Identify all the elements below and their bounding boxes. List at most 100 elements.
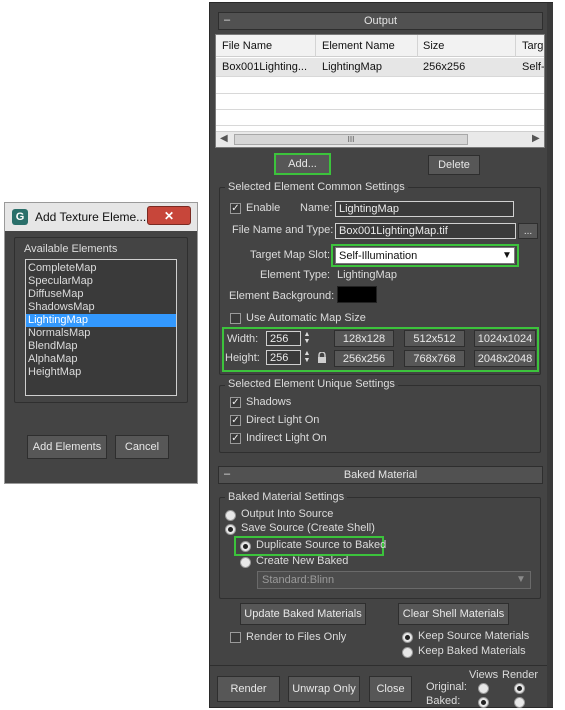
render-column-label: Render [502,669,539,681]
add-button[interactable]: Add... [274,153,331,175]
scroll-left-icon[interactable]: ◀ [220,133,228,144]
list-item[interactable]: AlphaMap [26,353,176,366]
element-type-value: LightingMap [337,269,397,281]
baked-label: Baked: [426,695,461,707]
scroll-right-icon[interactable]: ▶ [532,133,540,144]
background-color-swatch[interactable] [337,286,377,303]
list-item[interactable]: SpecularMap [26,275,176,288]
preset-512-button[interactable]: 512x512 [404,330,465,347]
original-views-radio[interactable] [478,683,489,694]
create-new-baked-radio[interactable] [240,557,251,568]
list-item[interactable]: ShadowsMap [26,301,176,314]
cell-target: Self-I [522,61,545,73]
panel-scrollbar[interactable] [547,3,553,707]
keep-baked-label: Keep Baked Materials [418,645,526,657]
table-header: File Name Element Name Size Targ [216,35,544,57]
baked-material-rollout-header[interactable]: – Baked Material [218,466,543,484]
column-element-name[interactable]: Element Name [322,40,395,52]
baked-material-value: Standard:Blinn [262,574,335,586]
baked-settings-legend: Baked Material Settings [225,491,348,503]
dialog-close-button[interactable]: ✕ [147,206,191,225]
delete-button[interactable]: Delete [428,155,480,175]
keep-source-label: Keep Source Materials [418,630,530,642]
empty-row [216,78,544,94]
target-slot-dropdown[interactable]: Self-Illumination ▼ [335,247,515,264]
baked-material-dropdown: Standard:Blinn ▼ [257,571,531,589]
save-source-radio[interactable] [225,524,236,535]
width-spinner[interactable]: ▲ ▼ [302,331,312,346]
file-name-field[interactable]: Box001LightingMap.tif [335,223,516,239]
direct-light-label: Direct Light On [246,414,320,426]
shadows-label: Shadows [246,396,292,408]
table-row[interactable]: Box001Lighting... LightingMap 256x256 Se… [216,58,545,77]
column-file-name[interactable]: File Name [222,40,272,52]
baked-views-radio[interactable] [478,697,489,708]
common-settings-legend: Selected Element Common Settings [225,181,408,193]
keep-source-radio[interactable] [402,632,413,643]
preset-1024-button[interactable]: 1024x1024 [474,330,536,347]
clear-shell-materials-button[interactable]: Clear Shell Materials [398,603,509,625]
save-source-label: Save Source (Create Shell) [241,522,375,534]
dropdown-arrow-icon: ▼ [516,574,526,585]
cell-file-name: Box001Lighting... [222,61,308,73]
list-item[interactable]: BlendMap [26,340,176,353]
output-table[interactable]: File Name Element Name Size Targ Box001L… [215,34,545,148]
render-button[interactable]: Render [217,676,280,702]
direct-light-checkbox[interactable]: ✓ [230,415,241,426]
close-icon: ✕ [163,209,175,223]
shadows-checkbox[interactable]: ✓ [230,397,241,408]
bottom-divider [210,665,547,666]
output-into-source-label: Output Into Source [241,508,334,520]
width-label: Width: [227,333,259,345]
available-elements-list[interactable]: CompleteMap SpecularMap DiffuseMap ShadowsM… [25,259,177,396]
name-field[interactable]: LightingMap [335,201,514,217]
target-slot-value: Self-Illumination [339,250,418,262]
views-label: Views [469,669,499,681]
name-label: Name: [300,202,333,214]
list-item[interactable]: NormalsMap [26,327,176,340]
duplicate-source-radio[interactable] [240,541,251,552]
output-into-source-radio[interactable] [225,510,236,521]
available-elements-label: Available Elements [24,243,118,255]
list-item[interactable]: CompleteMap [26,262,176,275]
render-to-files-label: Render to Files Only [246,631,347,643]
preset-768-button[interactable]: 768x768 [404,350,465,367]
collapse-icon: – [224,14,231,26]
column-target[interactable]: Targ [522,40,543,52]
list-item[interactable]: DiffuseMap [26,288,176,301]
close-button[interactable]: Close [369,676,412,702]
enable-checkbox[interactable]: ✓ [230,203,241,214]
cell-element-name: LightingMap [322,61,382,73]
indirect-light-checkbox[interactable]: ✓ [230,433,241,444]
collapse-icon: – [224,468,231,480]
preset-2048-button[interactable]: 2048x2048 [474,350,536,367]
height-spinner[interactable]: ▲ ▼ [302,350,312,365]
baked-render-radio[interactable] [514,697,525,708]
preset-256-button[interactable]: 256x256 [334,350,394,367]
output-rollout-header[interactable]: – Output [218,12,543,30]
auto-map-size-checkbox[interactable] [230,313,241,324]
add-elements-button[interactable]: Add Elements [27,435,107,459]
height-field[interactable]: 256 [266,350,301,365]
list-item[interactable]: HeightMap [26,366,176,379]
cancel-button[interactable]: Cancel [115,435,169,459]
column-size[interactable]: Size [423,40,444,52]
file-name-label: File Name and Type: [232,224,334,236]
lock-icon[interactable] [317,351,327,364]
preset-128-button[interactable]: 128x128 [334,330,394,347]
unwrap-only-button[interactable]: Unwrap Only [288,676,360,702]
table-hscrollbar[interactable]: ◀ III ▶ [216,131,544,147]
duplicate-source-label: Duplicate Source to Baked [256,539,387,551]
dialog-titlebar[interactable]: G Add Texture Eleme... ✕ [5,203,197,231]
app-icon: G [12,209,28,225]
width-field[interactable]: 256 [266,331,301,346]
render-to-files-checkbox[interactable] [230,632,241,643]
keep-baked-radio[interactable] [402,647,413,658]
height-label: Height: [225,352,260,364]
scroll-thumb[interactable]: III [234,134,468,145]
list-item[interactable]: LightingMap [26,314,176,327]
browse-button[interactable]: ... [518,223,538,239]
original-render-radio[interactable] [514,683,525,694]
update-baked-materials-button[interactable]: Update Baked Materials [240,603,366,625]
original-label: Original: [426,681,467,693]
